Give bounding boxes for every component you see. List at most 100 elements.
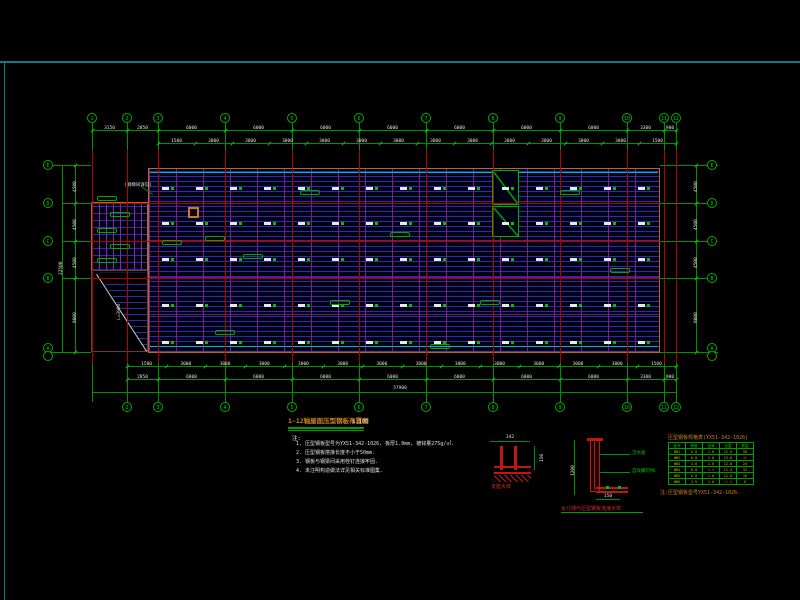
beam-label-mark [502, 341, 509, 344]
viewport-border-left [4, 61, 5, 600]
dim-top-minor-text: 3000 [615, 139, 626, 144]
grid-stem-top [127, 123, 128, 150]
beam-label-mark [468, 341, 475, 344]
beam-connector-mark [443, 258, 446, 261]
beam-connector-mark [613, 258, 616, 261]
beam-tag [430, 344, 450, 349]
beam-connector-mark [205, 222, 208, 225]
detail1-dim-line [490, 441, 530, 442]
dim-right-text: 9000 [694, 312, 699, 323]
grid-stem-bottom [359, 363, 360, 402]
grid-bubble: 1 [87, 113, 97, 123]
dim-top-major-text: 6000 [387, 126, 398, 131]
grid-stem-top [426, 123, 427, 150]
beam-connector-mark [477, 258, 480, 261]
beam-label-mark [196, 341, 203, 344]
stair-annotation: (钢梯间详见) [124, 183, 152, 188]
beam-connector-mark [375, 304, 378, 307]
beam-connector-mark [375, 341, 378, 344]
beam-label-mark [366, 258, 373, 261]
beam-connector-mark [307, 341, 310, 344]
beam-label-mark [400, 341, 407, 344]
beam-label-mark [434, 187, 441, 190]
grid-line-vertical [676, 150, 677, 363]
dim-top-minor-text: 3000 [245, 139, 256, 144]
beam-label-mark [366, 304, 373, 307]
beam-connector-mark [545, 258, 548, 261]
grid-stem-bottom [493, 363, 494, 402]
beam-connector-mark [511, 222, 514, 225]
beam-connector-mark [171, 304, 174, 307]
beam-connector-mark [443, 222, 446, 225]
beam-connector-mark [409, 304, 412, 307]
detail2-dim-line-bottom [596, 499, 620, 500]
detail2-label: 女儿墙与压型钢板连接大样 [561, 505, 621, 512]
dim-bottom-major-text: 6000 [253, 375, 264, 380]
viewport-border-top [0, 61, 800, 63]
beam-connector-mark [511, 341, 514, 344]
dim-bottom-minor-text: 3000 [533, 362, 544, 367]
beam-label-mark [434, 222, 441, 225]
beam-label-mark [638, 341, 645, 344]
grid-stem-bottom [664, 363, 665, 402]
beam-label-mark [298, 304, 305, 307]
detail2-deck-line-1 [596, 487, 628, 489]
grid-bubble: 11 [659, 113, 669, 123]
grid-bubble: 4 [220, 402, 230, 412]
beam-connector-mark [341, 258, 344, 261]
grid-stub-right [660, 203, 712, 204]
beam-connector-mark [239, 222, 242, 225]
beam-connector-mark [545, 187, 548, 190]
grid-bubble: C [707, 236, 717, 246]
grid-bubble: 8 [488, 113, 498, 123]
dim-top-major-text: 6000 [588, 126, 599, 131]
beam-label-mark [332, 341, 339, 344]
grid-bubble: 9 [555, 113, 565, 123]
beam-label-mark [536, 341, 543, 344]
table-row: WB62.91.012.68 [669, 479, 754, 485]
beam-label-mark [162, 304, 169, 307]
beam-connector-mark [613, 341, 616, 344]
grid-stub-right [660, 278, 712, 279]
schedule-table-caption: 注:压型钢板型号YX51-342-1026. [660, 489, 740, 496]
beam-connector-mark [273, 258, 276, 261]
beam-connector-mark [239, 341, 242, 344]
beam-tag [97, 228, 117, 233]
dim-top-minor-text: 3000 [319, 139, 330, 144]
detail1-dim-text-right: 150 [540, 454, 545, 462]
dim-top-minor-text: 3000 [430, 139, 441, 144]
detail2-parapet-member [590, 440, 600, 492]
beam-label-mark [400, 222, 407, 225]
dim-bottom-major-text: 2850 [137, 375, 148, 380]
beam-label-mark [468, 304, 475, 307]
beam-label-mark [536, 187, 543, 190]
dim-bottom-major-text: 6000 [454, 375, 465, 380]
dim-bottom-minor-text: 3000 [180, 362, 191, 367]
dim-right-text: 4500 [694, 257, 699, 268]
grid-stem-top [664, 123, 665, 150]
beam-label-mark [332, 258, 339, 261]
grid-stem-top [292, 123, 293, 150]
detail2-fastener-mark [606, 486, 609, 489]
grid-bubble: B [43, 273, 53, 283]
grid-bubble: D [43, 198, 53, 208]
dim-top-major-text: 6000 [320, 126, 331, 131]
beam-connector-mark [647, 258, 650, 261]
table-cell: 8 [737, 479, 754, 485]
beam-label-mark [604, 304, 611, 307]
beam-connector-mark [307, 304, 310, 307]
beam-tag [480, 300, 500, 305]
detail2-leader-2 [600, 472, 630, 473]
beam-connector-mark [647, 222, 650, 225]
dim-left-overall-text: 22500 [59, 261, 64, 275]
beam-connector-mark [205, 187, 208, 190]
grid-line-vertical [560, 150, 561, 363]
beam-connector-mark [579, 341, 582, 344]
beam-connector-mark [579, 187, 582, 190]
beam-label-mark [162, 258, 169, 261]
grid-line-vertical [664, 150, 665, 363]
beam-connector-mark [511, 258, 514, 261]
title-underline [288, 427, 364, 429]
dim-bottom-major-text: 6000 [186, 375, 197, 380]
dim-bottom-minor-text: 3000 [455, 362, 466, 367]
